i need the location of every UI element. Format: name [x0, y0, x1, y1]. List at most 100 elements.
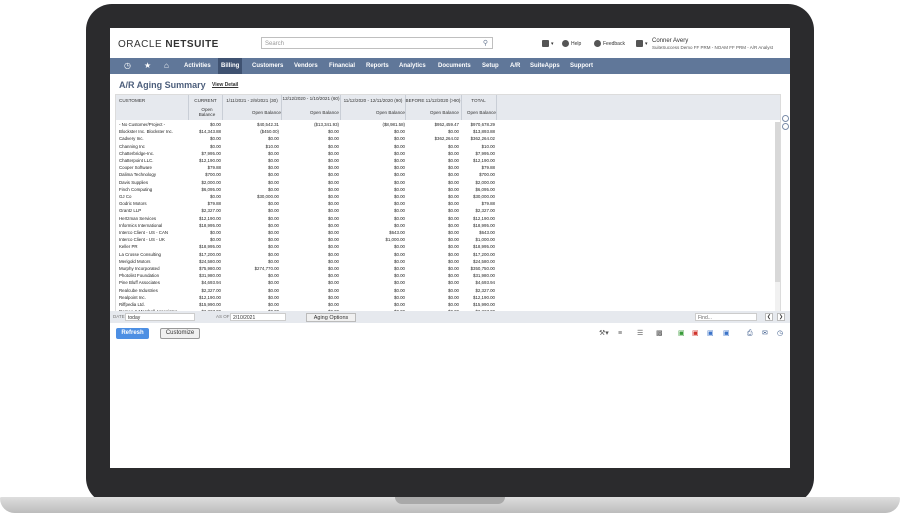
table-row[interactable]: Photolist Foundation $31,980.00 $0.00 $0.00…	[116, 273, 780, 279]
word-export-icon[interactable]: ▣	[707, 330, 714, 338]
table-row[interactable]: Grantz LLP $2,327.00 $0.00 $0.00 $0.00 $0.00 $…	[116, 208, 780, 214]
nav-suiteapps[interactable]: SuiteApps	[527, 58, 563, 74]
customer-cell[interactable]: Godric Motors	[119, 201, 147, 207]
tools-wrench-icon[interactable]: ⚒▾	[599, 330, 609, 338]
nav-financial[interactable]: Financial	[326, 58, 358, 74]
customer-cell[interactable]: Channing Inc	[119, 144, 145, 150]
nav-setup[interactable]: Setup	[479, 58, 502, 74]
customer-cell[interactable]: Dalima Technology	[119, 172, 156, 178]
vertical-scrollbar[interactable]	[775, 122, 780, 312]
history-icon[interactable]	[782, 123, 789, 130]
printer-icon[interactable]: ⎙	[747, 330, 753, 338]
customer-cell[interactable]: La Crosse Consulting	[119, 252, 161, 258]
customer-cell[interactable]: Grantz LLP	[119, 208, 141, 214]
customer-cell[interactable]: Riffpedia Ltd.	[119, 302, 145, 308]
customer-cell[interactable]: Merigold Motors	[119, 259, 150, 265]
user-name[interactable]: Conner Avery	[652, 38, 688, 44]
role-switch-icon[interactable]: ▾	[636, 40, 648, 47]
table-row[interactable]: Channing Inc $0.00 $10.00 $0.00 $0.00 $0.00 $1…	[116, 144, 780, 150]
table-row[interactable]: Realpoint Inc. $12,190.00 $0.00 $0.00 $0.00 $…	[116, 295, 780, 301]
customer-cell[interactable]: Interco Client - US - UK	[119, 237, 165, 243]
header-current[interactable]: CURRENT	[189, 98, 222, 103]
table-row[interactable]: Realcube Industries $2,327.00 $0.00 $0.00 $0…	[116, 288, 780, 294]
search-icon[interactable]: ⚲	[483, 38, 488, 50]
header-total[interactable]: TOTAL	[462, 98, 495, 103]
table-row[interactable]: Merigold Motors $24,580.00 $0.00 $0.00 $0.00…	[116, 259, 780, 265]
table-row[interactable]: - No Customer/Project - $0.00 $40,542.31 ($…	[116, 122, 780, 128]
table-row[interactable]: Blockster Inc. Blockster Inc. $14,343.88 (…	[116, 129, 780, 135]
excel-export-icon[interactable]: ▣	[723, 330, 730, 338]
header-bucket-60[interactable]: 12/12/2020 - 1/10/2021 (60)	[282, 96, 340, 101]
nav-reports[interactable]: Reports	[363, 58, 392, 74]
refresh-button[interactable]: Refresh	[116, 328, 149, 339]
find-prev-button[interactable]: ❮	[765, 313, 773, 321]
customize-button[interactable]: Customize	[160, 328, 200, 339]
header-bucket-90[interactable]: 11/12/2020 - 12/11/2020 (90)	[341, 98, 405, 103]
table-row[interactable]: Chatterbridge-Inc. $7,995.00 $0.00 $0.00 $0.…	[116, 151, 780, 157]
customer-cell[interactable]: Murphy Incorporated	[119, 266, 160, 272]
feedback-link[interactable]: Feedback	[594, 40, 625, 47]
header-bucket-30[interactable]: 1/11/2021 - 2/9/2021 (30)	[223, 98, 281, 103]
collapse-rows-icon[interactable]: ≡	[618, 330, 622, 338]
customer-cell[interactable]: Interco Client - US - CAN	[119, 230, 168, 236]
user-role[interactable]: SuiteSuccess Demo FF PRM - NOAM FF PRM -…	[652, 45, 773, 50]
customer-cell[interactable]: Finch Computing	[119, 187, 152, 193]
customer-cell[interactable]: Davis Supplies	[119, 180, 148, 186]
table-row[interactable]: Cooper Software $79.88 $0.00 $0.00 $0.00 $0.0…	[116, 165, 780, 171]
customer-cell[interactable]: Chatterpoint LLC.	[119, 158, 153, 164]
table-row[interactable]: Dalima Technology $700.00 $0.00 $0.00 $0.00 $…	[116, 172, 780, 178]
customer-cell[interactable]: Realpoint Inc.	[119, 295, 146, 301]
customer-cell[interactable]: Hertzman Services	[119, 216, 156, 222]
aging-options-button[interactable]: Aging Options	[306, 313, 356, 322]
find-input[interactable]: Find...	[695, 313, 757, 321]
customer-cell[interactable]: Pine Bluff Associates	[119, 280, 160, 286]
as-of-date-field[interactable]: 2/10/2021	[230, 313, 286, 321]
nav-support[interactable]: Support	[567, 58, 596, 74]
nav-analytics[interactable]: Analytics	[396, 58, 429, 74]
scrollbar-thumb[interactable]	[775, 122, 780, 282]
pdf-icon[interactable]: ▣	[692, 330, 699, 338]
find-next-button[interactable]: ❯	[777, 313, 785, 321]
table-row[interactable]: Davis Supplies $2,000.00 $0.00 $0.00 $0.00 $0…	[116, 180, 780, 186]
header-bucket-over-90[interactable]: BEFORE 11/12/2020 (>90)	[405, 98, 461, 103]
nav-ar[interactable]: A/R	[507, 58, 523, 74]
table-row[interactable]: Hertzman Services $12,190.00 $0.00 $0.00 $0.…	[116, 216, 780, 222]
info-circle-icon[interactable]	[782, 115, 789, 122]
help-link[interactable]: Help	[562, 40, 581, 47]
table-row[interactable]: Informics International $18,995.00 $0.00 $0…	[116, 223, 780, 229]
recent-records-icon[interactable]: ◷	[124, 61, 131, 70]
customer-cell[interactable]: Realcube Industries	[119, 288, 158, 294]
customer-cell[interactable]: Photolist Foundation	[119, 273, 159, 279]
customer-cell[interactable]: GJ Co	[119, 194, 131, 200]
customer-cell[interactable]: Cadvery Inc.	[119, 136, 144, 142]
table-row[interactable]: La Crosse Consulting $17,200.00 $0.00 $0.00…	[116, 252, 780, 258]
customer-cell[interactable]: - No Customer/Project -	[119, 122, 165, 128]
header-customer[interactable]: CUSTOMER	[119, 98, 145, 103]
nav-vendors[interactable]: Vendors	[291, 58, 321, 74]
table-row[interactable]: Riffpedia Ltd. $15,990.00 $0.00 $0.00 $0.00 $…	[116, 302, 780, 308]
view-detail-link[interactable]: View Detail	[212, 82, 238, 88]
table-row[interactable]: Interco Client - US - CAN $0.00 $0.00 $0.00…	[116, 230, 780, 236]
home-icon[interactable]: ⌂	[164, 61, 169, 70]
nav-activities[interactable]: Activities	[181, 58, 214, 74]
table-row[interactable]: Cadvery Inc. $0.00 $0.00 $0.00 $0.00 $362,264…	[116, 136, 780, 142]
table-row[interactable]: Keller PR $18,995.00 $0.00 $0.00 $0.00 $0.00 $…	[116, 244, 780, 250]
nav-documents[interactable]: Documents	[435, 58, 474, 74]
table-row[interactable]: Pine Bluff Associates $4,693.94 $0.00 $0.00…	[116, 280, 780, 286]
nav-billing[interactable]: Billing	[218, 58, 243, 74]
brand-logo[interactable]: ORACLE NETSUITE	[118, 39, 219, 50]
table-row[interactable]: Godric Motors $79.88 $0.00 $0.00 $0.00 $0.00 $…	[116, 201, 780, 207]
print-icon[interactable]: ▣	[678, 330, 685, 338]
nav-customers[interactable]: Customers	[249, 58, 286, 74]
customer-cell[interactable]: Cooper Software	[119, 165, 152, 171]
table-row[interactable]: Chatterpoint LLC. $12,190.00 $0.00 $0.00 $0.…	[116, 158, 780, 164]
schedule-icon[interactable]: ◷	[777, 330, 783, 338]
customer-cell[interactable]: Keller PR	[119, 244, 138, 250]
shortcuts-icon[interactable]: ▾	[542, 40, 554, 47]
chart-icon[interactable]: ▩	[656, 330, 663, 338]
customer-cell[interactable]: Blockster Inc. Blockster Inc.	[119, 129, 173, 135]
customer-cell[interactable]: Informics International	[119, 223, 162, 229]
table-row[interactable]: GJ Co $0.00 $30,000.00 $0.00 $0.00 $0.00 $30,0…	[116, 194, 780, 200]
table-row[interactable]: Interco Client - US - UK $0.00 $0.00 $0.00 $…	[116, 237, 780, 243]
favorites-star-icon[interactable]: ★	[144, 61, 151, 70]
